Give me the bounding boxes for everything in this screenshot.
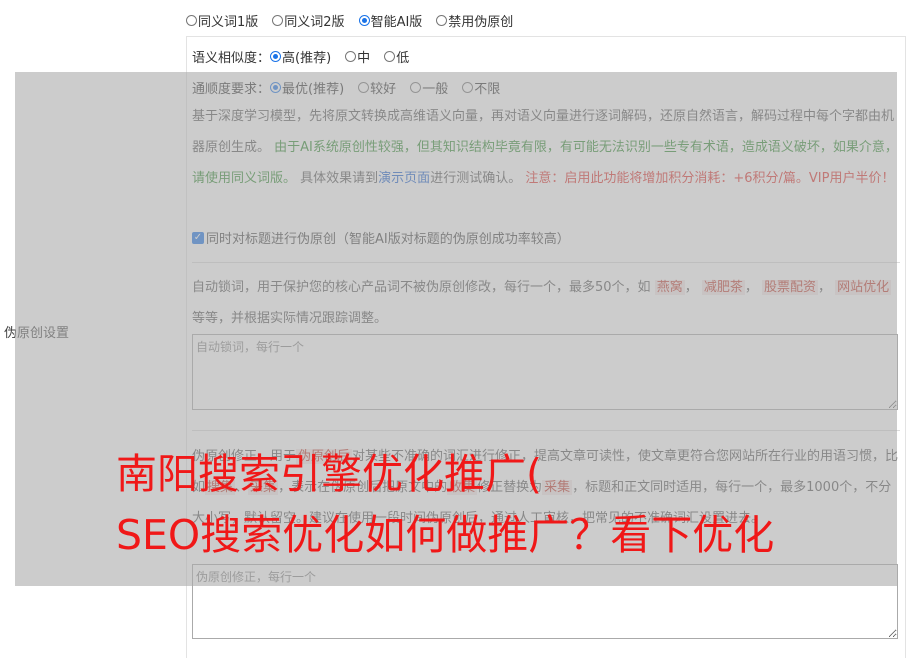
example-tag: 燕窝 — [654, 280, 685, 295]
similarity-row: 语义相似度： 高(推荐) 中 低 — [192, 47, 423, 66]
radio-selected-icon[interactable] — [270, 51, 282, 62]
mode-option-disable[interactable]: 禁用伪原创 — [436, 11, 513, 30]
radio-icon[interactable] — [462, 82, 474, 93]
fluency-option-unlimited[interactable]: 不限 — [462, 78, 500, 97]
example-tag: 股票配资 — [762, 280, 819, 295]
similarity-option-high[interactable]: 高(推荐) — [270, 47, 331, 66]
demo-page-link[interactable]: 演示页面 — [378, 171, 430, 186]
settings-frame-right — [905, 36, 906, 658]
fluency-option-normal[interactable]: 一般 — [410, 78, 448, 97]
fluency-option-best[interactable]: 最优(推荐) — [270, 78, 344, 97]
similarity-option-low[interactable]: 低 — [384, 47, 409, 66]
radio-icon[interactable] — [186, 15, 197, 26]
example-tag: 采集 — [542, 480, 573, 495]
radio-icon[interactable] — [358, 82, 370, 93]
title-rewrite-option[interactable]: ✓ 同时对标题进行伪原创（智能AI版对标题的伪原创成功率较高） — [192, 228, 570, 247]
mode-option-synonym2[interactable]: 同义词2版 — [272, 11, 345, 30]
example-tag: 减肥茶 — [701, 280, 745, 295]
example-tag: 网站优化 — [835, 280, 892, 295]
headline-line-2: SEO搜索优化如何做推广？看下优化 — [116, 511, 775, 559]
section-divider — [192, 262, 900, 263]
radio-icon[interactable] — [345, 51, 357, 62]
mode-radio-group: 同义词1版 同义词2版 智能AI版 禁用伪原创 — [186, 11, 527, 30]
mode-option-synonym1[interactable]: 同义词1版 — [186, 11, 258, 30]
radio-selected-icon[interactable] — [270, 82, 282, 93]
fluency-row: 通顺度要求： 最优(推荐) 较好 一般 不限 — [192, 78, 514, 97]
section-divider — [192, 430, 900, 431]
settings-frame-top — [186, 36, 906, 37]
similarity-label: 语义相似度： — [192, 51, 271, 66]
mode-option-ai[interactable]: 智能AI版 — [358, 11, 422, 30]
radio-icon[interactable] — [272, 15, 284, 26]
radio-selected-icon[interactable] — [358, 15, 370, 26]
ai-description: 基于深度学习模型，先将原文转换成高维语义向量，再对语义向量进行逐词解码，还原自然… — [192, 109, 898, 186]
fluency-label: 通顺度要求： — [192, 82, 271, 97]
settings-frame-left — [186, 36, 187, 658]
similarity-option-medium[interactable]: 中 — [345, 47, 370, 66]
radio-icon[interactable] — [410, 82, 422, 93]
radio-icon[interactable] — [436, 15, 448, 26]
correction-input[interactable] — [192, 564, 898, 639]
fluency-option-good[interactable]: 较好 — [358, 78, 396, 97]
checkbox-checked-icon[interactable]: ✓ — [192, 231, 204, 244]
section-label: 伪原创设置 — [4, 326, 70, 341]
headline-line-1: 南阳搜索引擎优化推广( — [116, 450, 542, 498]
lock-words-description: 自动锁词，用于保护您的核心产品词不被伪原创修改，每行一个，最多50个，如 燕窝，… — [192, 280, 892, 326]
cost-notice: 注意：启用此功能将增加积分消耗：+6积分/篇。VIP用户半价！ — [525, 171, 895, 186]
radio-icon[interactable] — [384, 51, 396, 62]
lock-words-input[interactable] — [192, 334, 898, 410]
